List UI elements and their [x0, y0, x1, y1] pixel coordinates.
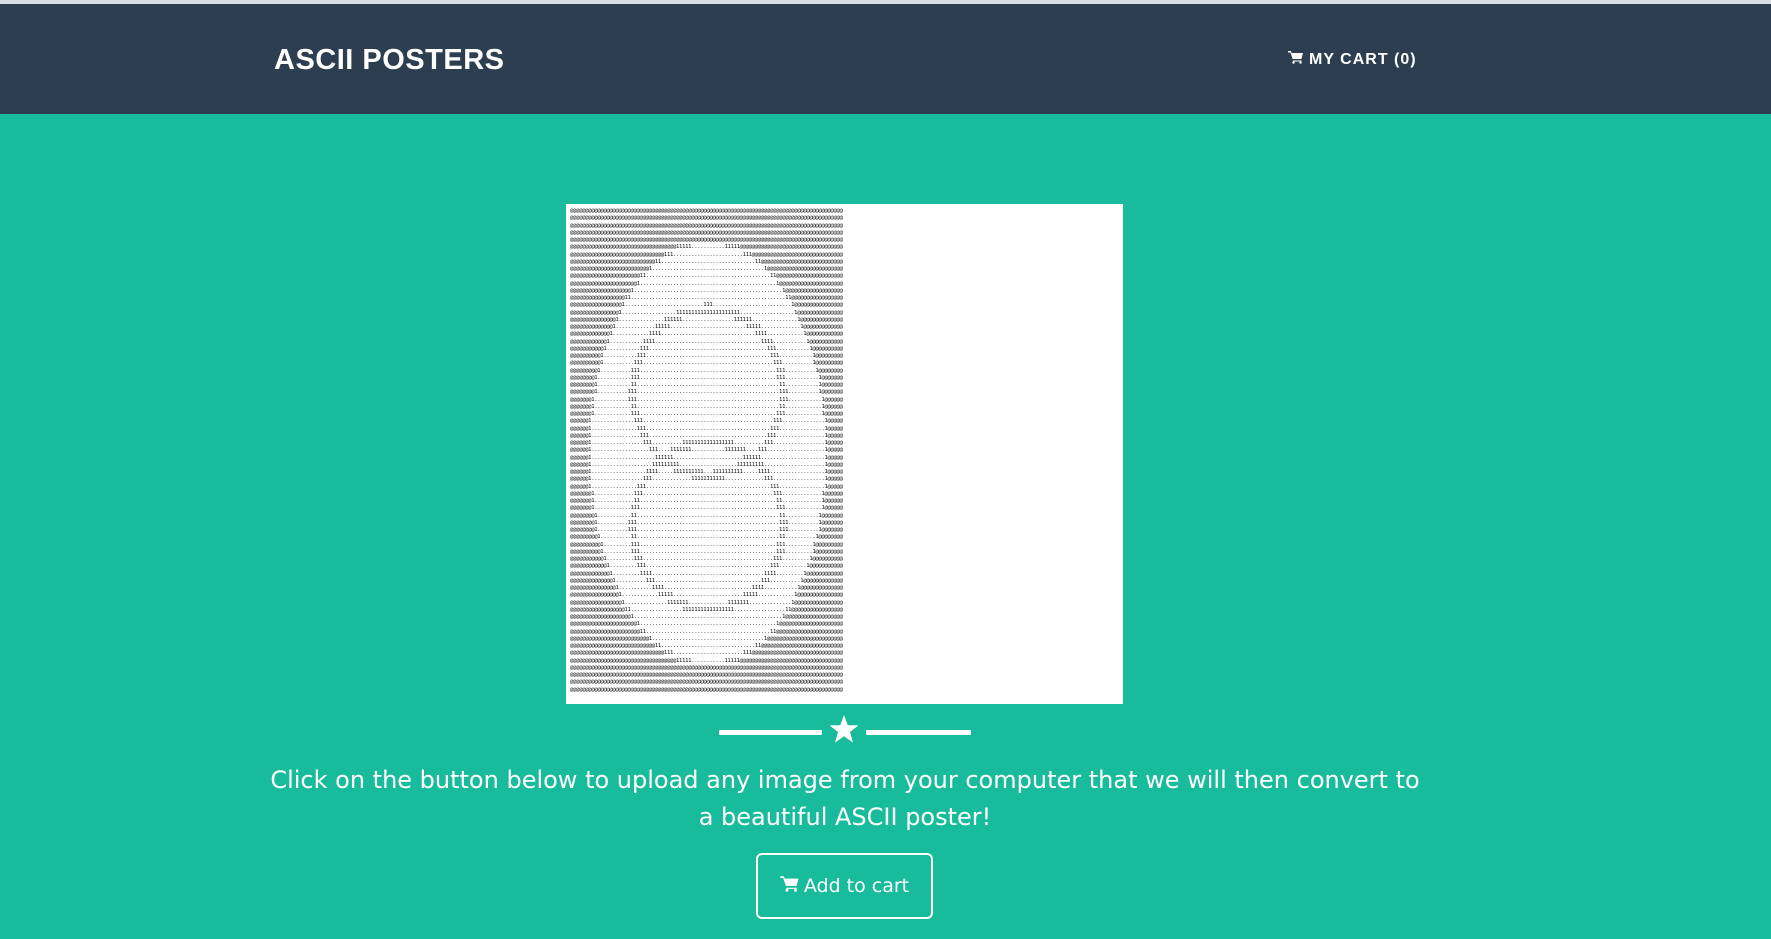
- upload-instructions: Click on the button below to upload any …: [270, 766, 1420, 831]
- my-cart-label: MY CART (0): [1309, 50, 1417, 68]
- divider-line-left: [719, 730, 822, 735]
- add-to-cart-button[interactable]: Add to cart: [756, 853, 933, 919]
- brand-link[interactable]: ASCII POSTERS: [274, 44, 505, 77]
- navbar: ASCII POSTERS MY CART (0): [0, 4, 1771, 114]
- star-divider: [719, 713, 971, 745]
- shopping-cart-icon: [1288, 50, 1304, 69]
- my-cart-link[interactable]: MY CART (0): [1288, 50, 1417, 69]
- shopping-cart-icon: [780, 875, 800, 897]
- ascii-poster-image: @@@@@@@@@@@@@@@@@@@@@@@@@@@@@@@@@@@@@@@@…: [566, 204, 1123, 704]
- ascii-art-pattern: @@@@@@@@@@@@@@@@@@@@@@@@@@@@@@@@@@@@@@@@…: [570, 208, 843, 693]
- divider-line-right: [866, 730, 971, 735]
- add-to-cart-label: Add to cart: [803, 875, 910, 897]
